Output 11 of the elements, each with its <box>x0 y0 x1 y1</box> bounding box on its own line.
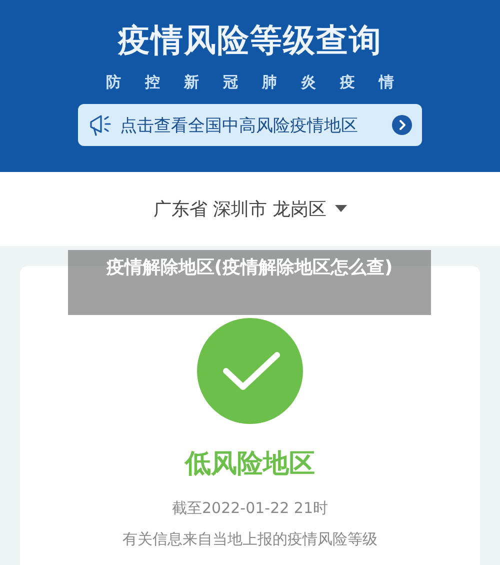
page-subtitle: 防控新冠肺炎疫情 <box>106 72 418 92</box>
chevron-right-icon <box>392 115 412 135</box>
location-dropdown[interactable]: 广东省 深圳市 龙岗区 <box>149 193 351 225</box>
caption-overlay: 疫情解除地区(疫情解除地区怎么查) <box>68 250 431 315</box>
notice-link[interactable]: 点击查看全国中高风险疫情地区 <box>78 104 422 146</box>
risk-level: 低风险地区 <box>185 448 315 481</box>
check-circle-icon <box>197 318 303 424</box>
source-note: 有关信息来自当地上报的疫情风险等级 <box>122 530 378 549</box>
update-time: 截至2022-01-22 21时 <box>172 499 328 518</box>
page-title: 疫情风险等级查询 <box>118 20 382 60</box>
caret-down-icon <box>334 205 347 213</box>
